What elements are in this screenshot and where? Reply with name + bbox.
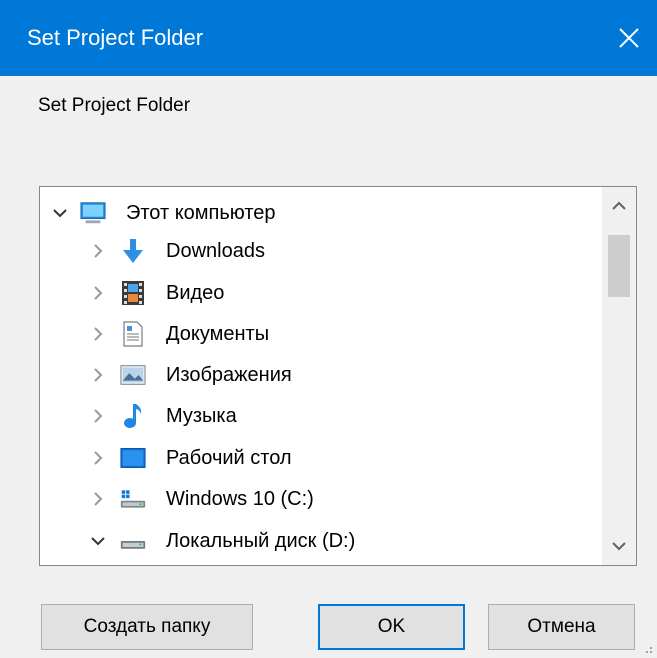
tree-item-video[interactable]: Видео: [40, 273, 600, 313]
drive-icon: [120, 528, 146, 554]
new-folder-button[interactable]: Создать папку: [41, 604, 253, 650]
chevron-up-icon: [612, 201, 626, 210]
title-bar: Set Project Folder: [0, 0, 657, 76]
chevron-right-icon[interactable]: [90, 285, 106, 301]
scroll-down-button[interactable]: [602, 529, 636, 565]
cancel-button[interactable]: Отмена: [488, 604, 635, 650]
tree-item-drive-c[interactable]: Windows 10 (C:): [40, 479, 600, 519]
music-icon: [120, 403, 146, 429]
ok-button[interactable]: OK: [318, 604, 465, 650]
tree-item-label: Изображения: [166, 363, 292, 386]
tree-item-label: Этот компьютер: [126, 201, 276, 224]
tree-item-label: Рабочий стол: [166, 446, 292, 469]
chevron-right-icon[interactable]: [90, 326, 106, 342]
scrollbar-thumb[interactable]: [608, 235, 630, 297]
tree-item-label: Музыка: [166, 404, 237, 427]
tree-item-downloads[interactable]: Downloads: [40, 231, 600, 271]
chevron-down-icon: [612, 542, 626, 551]
chevron-right-icon[interactable]: [90, 367, 106, 383]
resize-grip-icon[interactable]: [641, 642, 653, 654]
chevron-right-icon[interactable]: [90, 408, 106, 424]
folder-tree[interactable]: Этот компьютер Downloads Видео Документы…: [39, 186, 637, 566]
tree-item-pictures[interactable]: Изображения: [40, 355, 600, 395]
tree-item-label: Downloads: [166, 239, 265, 262]
chevron-right-icon[interactable]: [90, 450, 106, 466]
tree-item-this-pc[interactable]: Этот компьютер: [40, 193, 600, 233]
video-icon: [120, 280, 146, 306]
dialog-prompt: Set Project Folder: [38, 95, 191, 116]
tree-item-drive-d[interactable]: Локальный диск (D:): [40, 521, 600, 561]
documents-icon: [120, 321, 146, 347]
downloads-icon: [120, 238, 146, 264]
chevron-down-icon[interactable]: [90, 533, 106, 549]
chevron-right-icon[interactable]: [90, 491, 106, 507]
tree-item-label: Документы: [166, 322, 270, 345]
pictures-icon: [120, 362, 146, 388]
chevron-right-icon[interactable]: [90, 243, 106, 259]
desktop-icon: [120, 445, 146, 471]
close-icon: [619, 28, 639, 48]
tree-item-label: Видео: [166, 281, 225, 304]
scroll-up-button[interactable]: [602, 187, 636, 223]
computer-icon: [80, 200, 106, 226]
system-drive-icon: [120, 486, 146, 512]
tree-item-music[interactable]: Музыка: [40, 396, 600, 436]
tree-item-desktop[interactable]: Рабочий стол: [40, 438, 600, 478]
tree-item-label: Локальный диск (D:): [166, 529, 356, 552]
chevron-down-icon[interactable]: [52, 205, 68, 221]
tree-item-label: Windows 10 (C:): [166, 487, 314, 510]
window-title: Set Project Folder: [27, 25, 204, 50]
close-button[interactable]: [601, 0, 657, 76]
tree-item-documents[interactable]: Документы: [40, 314, 600, 354]
vertical-scrollbar[interactable]: [602, 187, 636, 565]
